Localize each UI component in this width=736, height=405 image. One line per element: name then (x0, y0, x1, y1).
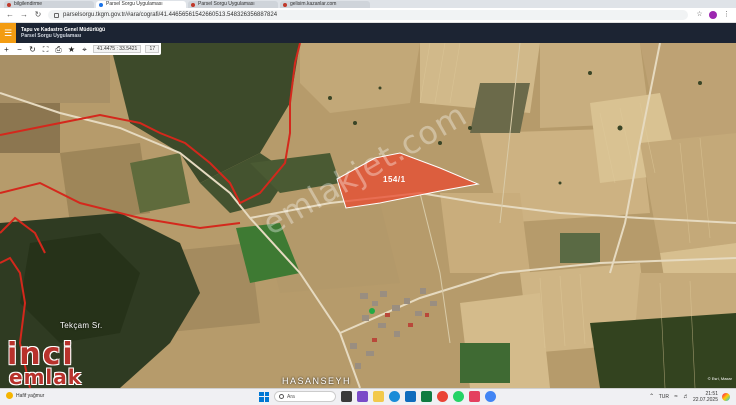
chrome-profile-icon[interactable] (485, 391, 496, 402)
map-attribution: © Esri, Maxar (707, 376, 732, 381)
site-info-icon[interactable] (54, 12, 59, 18)
profile-avatar[interactable] (709, 11, 717, 19)
tab-favicon-icon (7, 3, 11, 7)
logo-line-2: emlak (9, 365, 83, 389)
map-imagery (0, 43, 736, 388)
tab-label: Parsel Sorgu Uygulaması (198, 1, 255, 7)
reload-icon[interactable]: ↻ (34, 11, 42, 19)
favorite-star-icon[interactable]: ★ (67, 45, 76, 54)
satellite-map[interactable] (0, 43, 736, 388)
weather-widget[interactable]: Hafif yağmur (6, 392, 44, 399)
copilot-icon[interactable] (722, 393, 730, 401)
taskbar-clock[interactable]: 21:51 22.07.2025 (693, 391, 718, 403)
volume-icon[interactable]: ♬ (683, 394, 689, 400)
browser-toolbar: ← → ↻ parselsorgu.tkgm.gov.tr/#ara/cogra… (0, 8, 736, 23)
app-title: Parsel Sorgu Uygulaması (21, 33, 82, 39)
edge-icon[interactable] (389, 391, 400, 402)
wifi-icon[interactable]: ≈ (673, 394, 679, 400)
zoom-level-readout: 17 (145, 45, 160, 53)
weather-icon (6, 392, 13, 399)
tab-favicon-icon (283, 3, 287, 7)
file-explorer-icon[interactable] (373, 391, 384, 402)
tab-label: gelisim.kazanlar.com (290, 1, 337, 7)
teams-icon[interactable] (357, 391, 368, 402)
locate-target-icon[interactable]: ⌖ (80, 45, 89, 54)
tab-favicon-icon (191, 3, 195, 7)
store-icon[interactable] (405, 391, 416, 402)
taskbar-search[interactable]: Ara (274, 391, 336, 402)
task-view-icon[interactable] (341, 391, 352, 402)
place-label: Tekçam Sr. (60, 321, 103, 330)
app-header: ☰ Tapu ve Kadastro Genel Müdürlüğü Parse… (0, 23, 736, 43)
fullscreen-icon[interactable]: ⛶ (41, 45, 50, 54)
chevron-up-icon[interactable]: ⌃ (649, 394, 655, 400)
address-bar[interactable]: parselsorgu.tkgm.gov.tr/#ara/cografi/41.… (48, 10, 688, 20)
url-text: parselsorgu.tkgm.gov.tr/#ara/cografi/41.… (63, 12, 278, 18)
language-indicator[interactable]: TUR (659, 394, 669, 400)
instagram-icon[interactable] (469, 391, 480, 402)
browser-tab[interactable]: bilgilendirme (4, 1, 94, 8)
browser-tab-active[interactable]: Parsel Sorgu Uygulaması (96, 1, 186, 8)
zoom-out-icon[interactable]: − (15, 45, 24, 54)
clock-date: 22.07.2025 (692, 397, 718, 403)
forward-arrow-icon[interactable]: → (20, 11, 28, 19)
browser-tab[interactable]: gelisim.kazanlar.com (280, 1, 370, 8)
screen: bilgilendirme Parsel Sorgu Uygulaması Pa… (0, 0, 736, 405)
search-placeholder: Ara (287, 393, 295, 400)
refresh-icon[interactable]: ↻ (28, 45, 37, 54)
os-taskbar: Hafif yağmur Ara ⌃ TUR ≈ ♬ 21:51 22.07.2… (0, 388, 736, 405)
print-icon[interactable]: ⎙ (54, 45, 63, 54)
tab-label: bilgilendirme (14, 1, 43, 7)
tab-label: Parsel Sorgu Uygulaması (106, 1, 163, 7)
coordinate-readout: 41.4475 : 33.5421 (93, 45, 142, 53)
zoom-in-icon[interactable]: + (2, 45, 11, 54)
weather-text: Hafif yağmur (16, 392, 45, 399)
hamburger-menu-icon[interactable]: ☰ (0, 23, 16, 43)
back-arrow-icon[interactable]: ← (6, 11, 14, 19)
agency-logo: inci emlak (7, 340, 103, 390)
bookmark-star-icon[interactable]: ☆ (696, 11, 703, 18)
windows-start-icon[interactable] (259, 391, 269, 402)
village-label: HASANSEYH (282, 376, 352, 386)
chrome-icon[interactable] (437, 391, 448, 402)
browser-menu-icon[interactable]: ⋮ (723, 11, 730, 18)
whatsapp-icon[interactable] (453, 391, 464, 402)
system-tray: ⌃ TUR ≈ ♬ 21:51 22.07.2025 (649, 391, 730, 403)
browser-tab[interactable]: Parsel Sorgu Uygulaması (188, 1, 278, 8)
tab-favicon-icon (99, 3, 103, 7)
browser-tab-strip: bilgilendirme Parsel Sorgu Uygulaması Pa… (0, 0, 736, 8)
map-toolbar: + − ↻ ⛶ ⎙ ★ ⌖ 41.4475 : 33.5421 17 (0, 43, 162, 55)
excel-icon[interactable] (421, 391, 432, 402)
search-icon (279, 394, 284, 399)
